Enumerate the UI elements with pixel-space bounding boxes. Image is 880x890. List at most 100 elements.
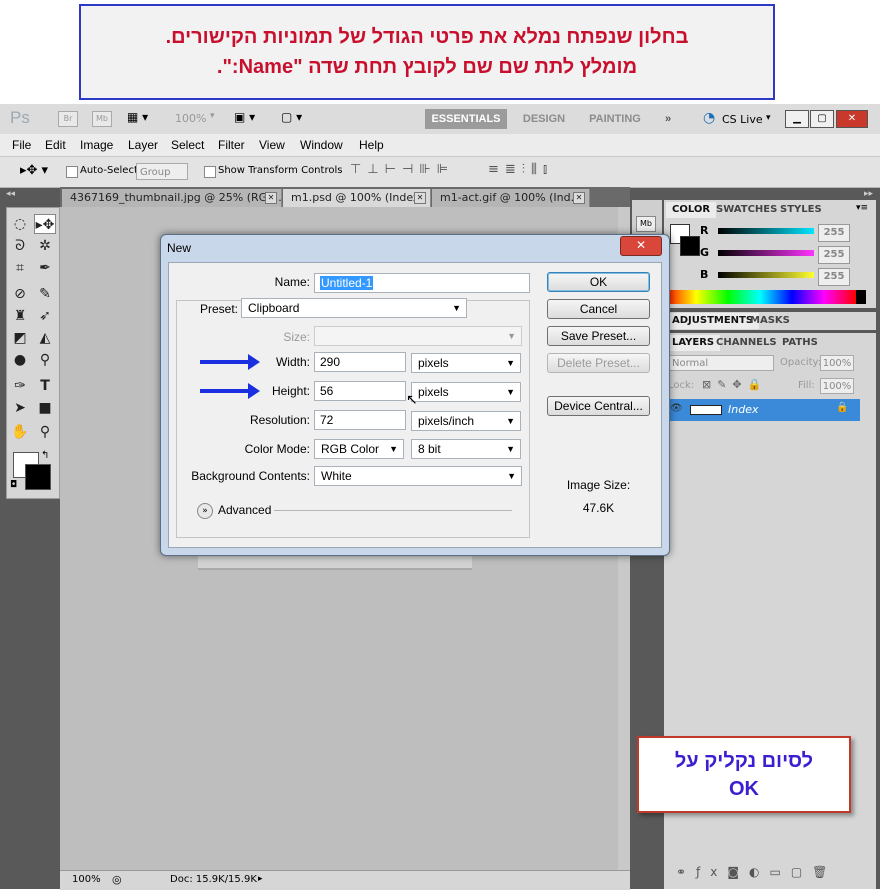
workspace-painting[interactable]: PAINTING (582, 109, 648, 129)
mini-bridge-panel-icon[interactable]: Mb (636, 216, 656, 232)
menu-filter[interactable]: Filter (218, 138, 245, 152)
status-arrow-icon[interactable]: ▸ (258, 874, 263, 884)
distribute-icons[interactable]: ≡≣⫶⫼⫾ (488, 162, 553, 177)
tab-styles[interactable]: STYLES (774, 202, 828, 218)
bridge-icon[interactable]: Br (58, 111, 78, 127)
eyedropper-tool-icon[interactable]: ✒ (34, 258, 56, 278)
workspace-design[interactable]: DESIGN (515, 109, 573, 129)
layer-actions-icons[interactable]: ⚭ƒx◙◐▭▢🗑 (676, 865, 837, 879)
menu-select[interactable]: Select (171, 138, 204, 152)
background-color-swatch[interactable] (25, 464, 51, 490)
color-mode-dropdown[interactable]: RGB Color ▼ (314, 439, 404, 459)
advanced-label[interactable]: Advanced (218, 503, 271, 517)
lock-icons[interactable]: ⊠✎✥🔒 (702, 378, 767, 391)
brush-tool-icon[interactable]: ✎ (34, 284, 56, 304)
color-spectrum[interactable] (664, 290, 856, 304)
green-value[interactable]: 255 (818, 246, 850, 264)
menu-help[interactable]: Help (359, 138, 384, 152)
blue-value[interactable]: 255 (818, 268, 850, 286)
menu-window[interactable]: Window (300, 138, 343, 152)
height-input[interactable]: 56 (314, 381, 406, 401)
zoom-level[interactable]: 100% (175, 112, 206, 125)
panel-menu-icon[interactable]: ▾≡ (856, 203, 868, 213)
tab-channels[interactable]: CHANNELS (710, 335, 783, 351)
fill-value[interactable]: 100% (820, 378, 854, 394)
blend-mode-dropdown[interactable]: Normal (668, 355, 774, 371)
workspace-essentials[interactable]: ESSENTIALS (425, 109, 507, 129)
document-canvas[interactable] (198, 556, 472, 570)
status-info-icon[interactable]: ◎ (112, 873, 122, 886)
move-tool-preset-icon[interactable]: ▸✥ ▾ (20, 163, 48, 178)
lasso-tool-icon[interactable]: ᘐ (9, 236, 31, 256)
minimize-icon[interactable]: ▁ (785, 110, 809, 128)
cancel-button[interactable]: Cancel (547, 299, 650, 319)
maximize-icon[interactable]: ▢ (810, 110, 834, 128)
menu-file[interactable]: File (12, 138, 31, 152)
tab-thumbnail[interactable]: 4367169_thumbnail.jpg @ 25% (RGB... ✕ (62, 189, 282, 207)
move-tool-icon[interactable]: ▸✥ (34, 214, 56, 234)
size-dropdown[interactable]: ▼ (314, 326, 522, 346)
history-brush-tool-icon[interactable]: ➶ (34, 306, 56, 326)
shape-tool-icon[interactable]: ■ (34, 398, 56, 418)
collapse-panels-icon[interactable]: ▸▸ (864, 189, 873, 199)
layer-visibility-icon[interactable]: 👁 (670, 403, 683, 414)
align-icons[interactable]: ⊤⊥⊢⊣⊪⊫ (350, 162, 454, 177)
layer-row-index[interactable]: 👁 Index 🔒 (664, 399, 860, 421)
zoom-tool-icon[interactable]: ⚲ (34, 422, 56, 442)
healing-brush-tool-icon[interactable]: ⊘ (9, 284, 31, 304)
opacity-value[interactable]: 100% (820, 355, 854, 371)
mini-bridge-icon[interactable]: Mb (92, 111, 112, 127)
green-slider[interactable] (718, 250, 814, 256)
advanced-toggle-icon[interactable]: » (197, 503, 213, 519)
preset-dropdown[interactable]: Clipboard ▼ (241, 298, 467, 318)
menu-view[interactable]: View (259, 138, 285, 152)
pen-tool-icon[interactable]: ✑ (9, 376, 31, 396)
auto-select-checkbox[interactable] (66, 166, 78, 178)
status-zoom[interactable]: 100% (72, 874, 101, 885)
zoom-dropdown-icon[interactable]: ▾ (210, 111, 215, 121)
paint-bucket-tool-icon[interactable]: ◭ (34, 328, 56, 348)
crop-tool-icon[interactable]: ⌗ (9, 258, 31, 278)
save-preset-button[interactable]: Save Preset... (547, 326, 650, 346)
more-workspaces-icon[interactable]: » (660, 109, 676, 129)
cs-live-icon[interactable]: ◔ (703, 110, 715, 126)
clone-stamp-tool-icon[interactable]: ♜ (9, 306, 31, 326)
path-selection-tool-icon[interactable]: ➤ (9, 398, 31, 418)
spectrum-black[interactable] (856, 290, 866, 304)
close-icon[interactable]: ✕ (836, 110, 868, 128)
hand-tool-icon[interactable]: ✋ (9, 422, 31, 442)
red-value[interactable]: 255 (818, 224, 850, 242)
resolution-unit-dropdown[interactable]: pixels/inch ▼ (411, 411, 521, 431)
tab-swatches[interactable]: SWATCHES (710, 202, 783, 218)
blue-slider[interactable] (718, 272, 814, 278)
tab-paths[interactable]: PATHS (776, 335, 824, 351)
bit-depth-dropdown[interactable]: 8 bit ▼ (411, 439, 521, 459)
width-unit-dropdown[interactable]: pixels ▼ (411, 353, 521, 373)
height-unit-dropdown[interactable]: pixels ▼ (411, 382, 521, 402)
background-contents-dropdown[interactable]: White ▼ (314, 466, 522, 486)
name-input[interactable]: Untitled-1 (314, 273, 530, 293)
auto-select-dropdown[interactable]: Group (136, 163, 188, 180)
delete-preset-button[interactable]: Delete Preset... (547, 353, 650, 373)
tab-m1-act[interactable]: m1-act.gif @ 100% (Ind... ✕ (432, 189, 590, 207)
cs-live-dropdown-icon[interactable]: ▾ (766, 113, 771, 123)
ok-button[interactable]: OK (547, 272, 650, 292)
device-central-button[interactable]: Device Central... (547, 396, 650, 416)
collapse-tools-icon[interactable]: ◂◂ (6, 189, 15, 199)
tab-color[interactable]: COLOR (666, 202, 717, 218)
menu-layer[interactable]: Layer (128, 138, 158, 152)
view-extras-icon[interactable]: ▦ ▾ (127, 110, 148, 124)
menu-image[interactable]: Image (80, 138, 113, 152)
dialog-close-icon[interactable]: ✕ (620, 236, 662, 256)
tab-close-icon[interactable]: ✕ (573, 192, 585, 204)
magic-wand-tool-icon[interactable]: ✲ (34, 236, 56, 256)
tab-close-icon[interactable]: ✕ (265, 192, 277, 204)
width-input[interactable]: 290 (314, 352, 406, 372)
red-slider[interactable] (718, 228, 814, 234)
resolution-input[interactable]: 72 (314, 410, 406, 430)
layer-name[interactable]: Index (728, 403, 758, 416)
tab-m1-psd[interactable]: m1.psd @ 100% (Index) ✕ (283, 189, 431, 207)
tab-close-icon[interactable]: ✕ (414, 192, 426, 204)
show-transform-checkbox[interactable] (204, 166, 216, 178)
tab-masks[interactable]: MASKS (744, 313, 796, 329)
